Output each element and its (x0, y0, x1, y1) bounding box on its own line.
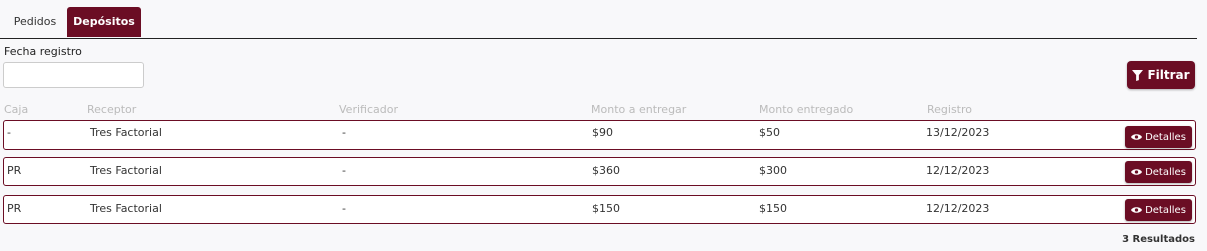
details-button-label: Detalles (1145, 166, 1186, 178)
table-row: - Tres Factorial - $90 $50 13/12/2023 De… (3, 120, 1196, 150)
eye-icon (1131, 169, 1143, 175)
details-button[interactable]: Detalles (1125, 199, 1192, 221)
cell-verificador: - (342, 164, 346, 177)
cell-verificador: - (342, 126, 346, 139)
column-header-verificador: Verificador (339, 103, 398, 116)
cell-caja: PR (7, 202, 22, 215)
column-header-registro: Registro (927, 103, 973, 116)
column-header-monto-a-entregar: Monto a entregar (591, 103, 687, 116)
details-button[interactable]: Detalles (1125, 161, 1192, 183)
cell-registro: 12/12/2023 (926, 202, 990, 215)
tab-bar: Pedidos Depósitos (0, 7, 1197, 39)
filter-icon (1132, 69, 1144, 81)
table-row: PR Tres Factorial - $150 $150 12/12/2023… (3, 195, 1196, 224)
cell-registro: 12/12/2023 (926, 164, 990, 177)
results-count: 3 Resultados (1122, 234, 1195, 245)
cell-monto-a-entregar: $360 (592, 164, 620, 177)
cell-monto-a-entregar: $90 (592, 126, 613, 139)
column-header-receptor: Receptor (87, 103, 137, 116)
cell-monto-a-entregar: $150 (592, 202, 620, 215)
column-header-monto-entregado: Monto entregado (759, 103, 854, 116)
cell-receptor: Tres Factorial (90, 164, 162, 177)
cell-monto-entregado: $300 (759, 164, 787, 177)
date-filter-label: Fecha registro (4, 45, 82, 58)
table-row: PR Tres Factorial - $360 $300 12/12/2023… (3, 157, 1196, 186)
details-button[interactable]: Detalles (1125, 126, 1192, 148)
date-filter-input[interactable] (3, 62, 144, 88)
cell-monto-entregado: $50 (759, 126, 780, 139)
details-button-label: Detalles (1145, 204, 1186, 216)
cell-receptor: Tres Factorial (90, 126, 162, 139)
filter-button[interactable]: Filtrar (1127, 61, 1195, 89)
filter-button-label: Filtrar (1147, 68, 1190, 82)
tab-depositos[interactable]: Depósitos (67, 7, 141, 37)
eye-icon (1131, 207, 1143, 213)
cell-verificador: - (342, 202, 346, 215)
eye-icon (1131, 134, 1143, 140)
cell-monto-entregado: $150 (759, 202, 787, 215)
cell-caja: PR (7, 164, 22, 177)
cell-receptor: Tres Factorial (90, 202, 162, 215)
cell-registro: 13/12/2023 (926, 126, 990, 139)
tab-pedidos[interactable]: Pedidos (5, 7, 65, 37)
details-button-label: Detalles (1145, 131, 1186, 143)
column-header-caja: Caja (4, 103, 29, 116)
cell-caja: - (7, 126, 11, 139)
